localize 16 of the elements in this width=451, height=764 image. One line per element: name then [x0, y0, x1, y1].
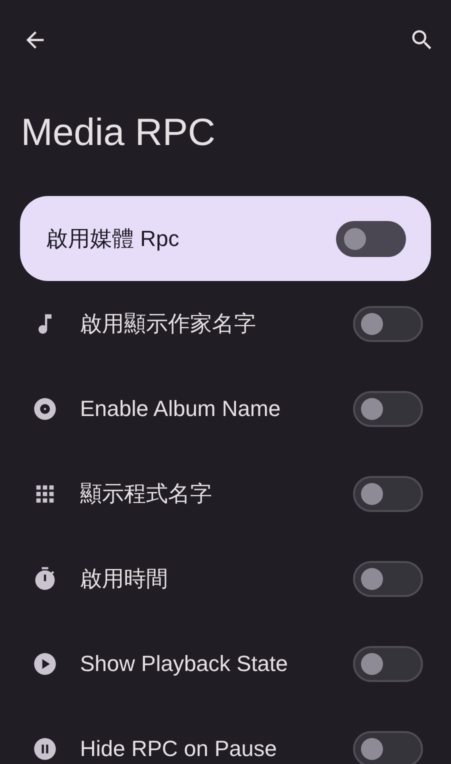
toggle-switch[interactable]: [353, 306, 423, 342]
toggle-switch[interactable]: [353, 560, 423, 596]
page-title: Media RPC: [21, 114, 216, 152]
setting-label: 顯示程式名字: [80, 480, 213, 508]
setting-label: Hide RPC on Pause: [80, 735, 278, 763]
main-toggle-card[interactable]: 啟用媒體 Rpc: [20, 196, 431, 281]
main-toggle-label: 啟用媒體 Rpc: [46, 225, 180, 253]
setting-label: 啟用時間: [80, 565, 169, 593]
setting-label: Enable Album Name: [80, 395, 282, 423]
setting-label: 啟用顯示作家名字: [80, 310, 257, 338]
toggle-switch[interactable]: [353, 390, 423, 426]
toggle-switch[interactable]: [353, 646, 423, 682]
toggle-switch[interactable]: [336, 220, 406, 256]
toggle-switch[interactable]: [353, 476, 423, 512]
setting-label: Show Playback State: [80, 650, 289, 678]
toggle-switch[interactable]: [353, 730, 423, 764]
